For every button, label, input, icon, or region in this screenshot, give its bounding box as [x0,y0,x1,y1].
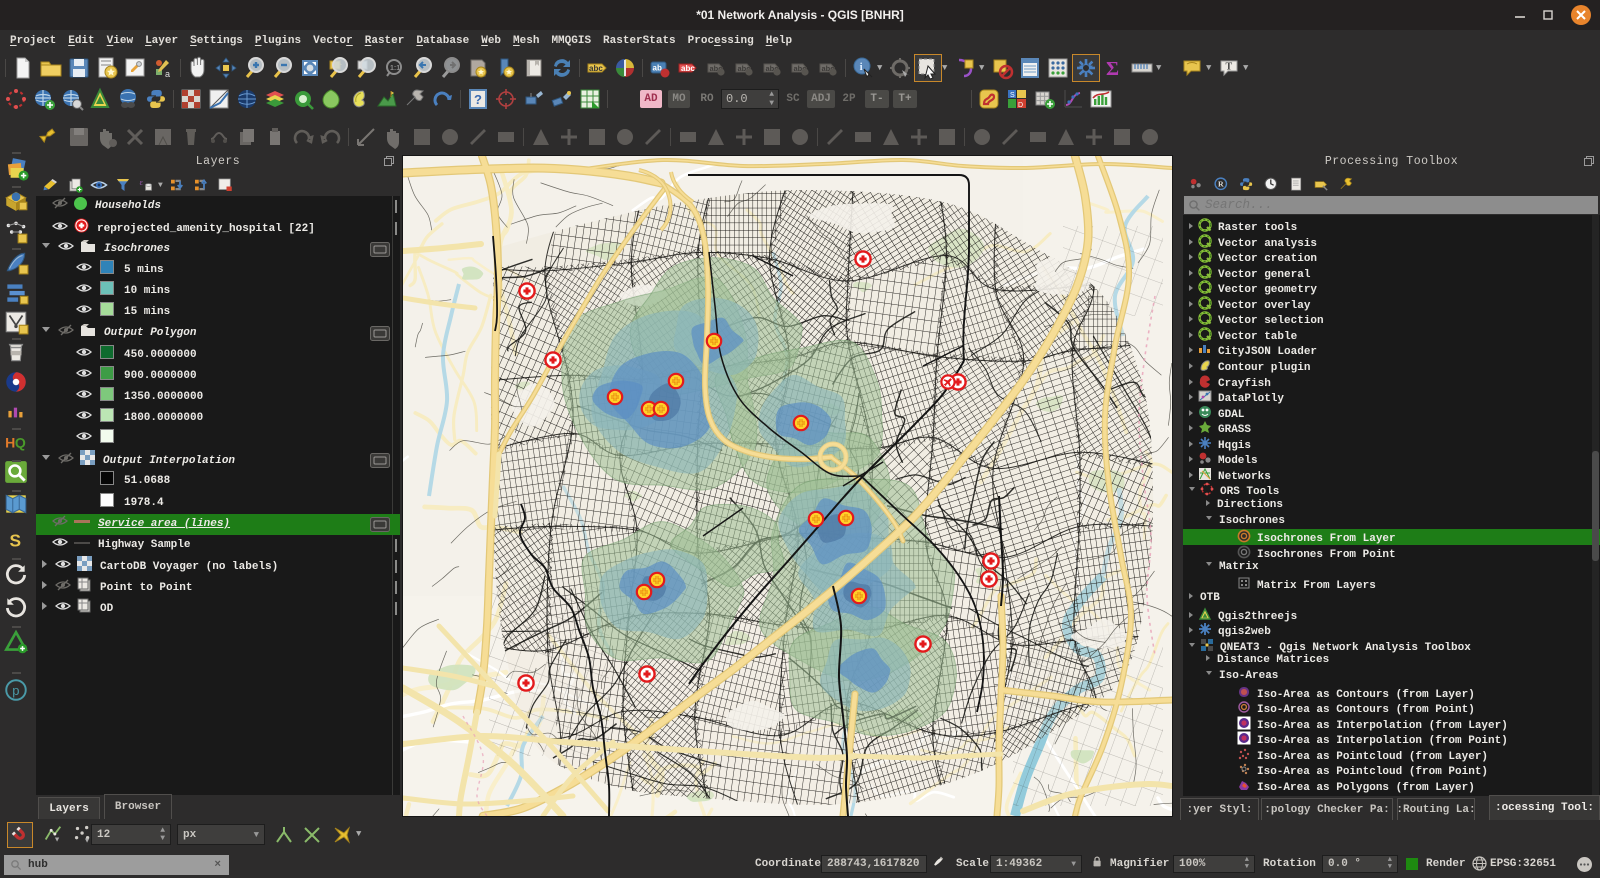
svg-text:p: p [12,683,19,698]
svg-text:D: D [1018,102,1023,109]
svg-text:ε: ε [140,178,144,187]
svg-text:R: R [1218,179,1224,188]
svg-text:a: a [165,69,170,79]
svg-text:H: H [5,434,15,450]
svg-text:Σ: Σ [1106,58,1119,80]
svg-text:T: T [1226,61,1233,72]
svg-text:?: ? [474,92,482,107]
svg-text:S: S [10,531,22,551]
svg-text:Q: Q [15,434,26,450]
svg-text:▼: ▼ [85,837,90,845]
svg-text:▼: ▼ [55,836,60,844]
svg-text:i: i [860,61,863,73]
svg-text:abc: abc [589,64,603,73]
svg-text:ab: ab [653,63,662,72]
svg-text:abc: abc [681,64,695,73]
svg-text:S: S [1010,92,1015,99]
svg-text:1:1: 1:1 [390,65,400,72]
